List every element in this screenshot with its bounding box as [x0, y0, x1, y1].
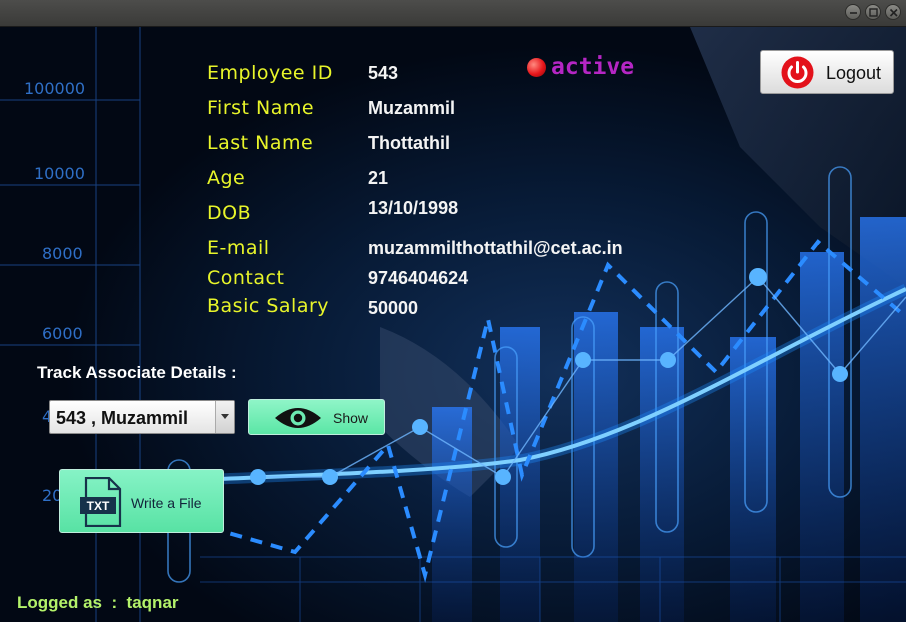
status-text: active	[551, 54, 635, 80]
dropdown-arrow[interactable]	[215, 401, 234, 433]
employee-id-label: Employee ID	[207, 62, 333, 84]
txt-file-icon: TXT	[80, 477, 122, 527]
first-name-label: First Name	[207, 97, 315, 119]
chevron-down-icon	[221, 414, 229, 419]
email-label: E-mail	[207, 237, 270, 259]
show-label: Show	[333, 410, 369, 426]
eye-icon	[275, 408, 321, 428]
employee-id-value: 543	[368, 63, 399, 83]
associate-select-value: 543 , Muzammil	[56, 408, 189, 428]
associate-select[interactable]: 543 , Muzammil	[49, 400, 235, 434]
track-associate-label: Track Associate Details :	[37, 363, 237, 382]
axis-tick: 10000	[34, 164, 85, 183]
minimize-icon[interactable]	[845, 4, 861, 20]
age-value: 21	[368, 168, 389, 188]
maximize-icon[interactable]	[865, 4, 881, 20]
txt-icon-text: TXT	[87, 499, 110, 513]
contact-label: Contact	[207, 267, 285, 289]
basic-salary-label: Basic Salary	[207, 295, 330, 317]
axis-tick: 6000	[42, 324, 83, 343]
app-window: 100000 10000 8000 6000 4 20 Employee ID …	[0, 0, 906, 622]
basic-salary-value: 50000	[368, 298, 419, 318]
age-label: Age	[207, 167, 246, 189]
axis-tick: 8000	[42, 244, 83, 263]
last-name-value: Thottathil	[368, 133, 450, 153]
logged-as-text: Logged as : taqnar	[17, 593, 179, 612]
status-dot-icon	[527, 58, 546, 77]
dob-label: DOB	[207, 202, 252, 224]
email-value: muzammilthottathil@cet.ac.in	[368, 238, 623, 258]
write-file-label: Write a File	[131, 495, 202, 511]
power-icon	[781, 56, 814, 89]
contact-value: 9746404624	[368, 268, 469, 288]
first-name-value: Muzammil	[368, 98, 456, 118]
show-button[interactable]: Show	[248, 399, 385, 435]
write-file-button[interactable]: TXT Write a File	[59, 469, 224, 533]
title-bar	[0, 0, 906, 27]
dob-value: 13/10/1998	[368, 198, 459, 218]
logout-button[interactable]: Logout	[760, 50, 894, 94]
axis-tick: 100000	[24, 79, 85, 98]
logout-label: Logout	[826, 63, 882, 83]
close-icon[interactable]	[885, 4, 901, 20]
last-name-label: Last Name	[207, 132, 314, 154]
